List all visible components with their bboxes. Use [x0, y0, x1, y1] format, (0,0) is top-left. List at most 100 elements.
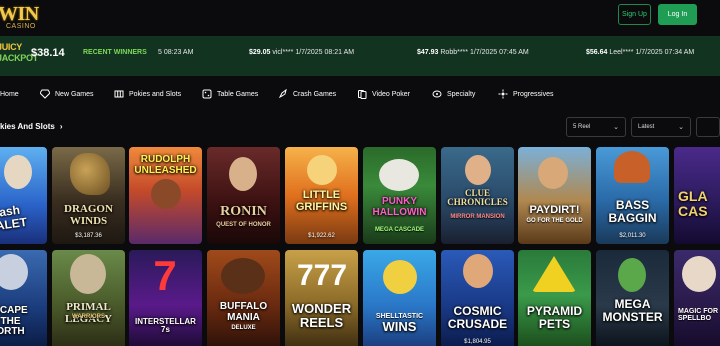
game-tile[interactable]: 777 WONDER REELS — [285, 250, 358, 346]
win-amount: $56.64 — [586, 49, 608, 56]
game-tile[interactable]: LITTLE GRIFFINS $1,922.62 — [285, 147, 358, 244]
slot-icon — [114, 90, 124, 98]
game-subtitle: MIRROR MANSION — [450, 214, 505, 220]
winners-ticker: JUICY JACKPOT $38.14 RECENT WINNERS 5 08… — [0, 36, 720, 76]
game-title: CLUE CHRONICLES — [447, 188, 508, 208]
game-subtitle: MEGA CASCADE — [374, 227, 425, 233]
sort-value: Latest — [638, 124, 655, 130]
progressive-icon — [498, 89, 508, 99]
game-character — [383, 260, 417, 294]
game-jackpot: $1,922.62 — [308, 233, 335, 239]
nav-item-label: Specialty — [447, 90, 476, 98]
chevron-right-icon: › — [59, 122, 63, 131]
game-tile[interactable]: COSMIC CRUSADE $1,804.95 — [441, 250, 514, 346]
game-tile[interactable]: DRAGON WINDS $3,187.36 — [52, 147, 125, 244]
game-tile[interactable]: PUNKY HALLOWIN MEGA CASCADE — [363, 147, 436, 244]
win-amount: $29.05 — [249, 49, 271, 56]
nav-item-new-games[interactable]: New Games — [40, 88, 94, 100]
nav-item-progressives[interactable]: Progressives — [498, 88, 553, 100]
game-tile[interactable]: BUFFALO MANIA DELUXE — [207, 250, 280, 346]
game-tile[interactable]: 7 INTERSTELLAR 7s — [129, 250, 202, 346]
section-title-text: kies And Slots — [0, 122, 55, 131]
game-title: ash ALET — [0, 202, 28, 233]
win-details: Robb**** 1/7/2025 07:45 AM — [440, 49, 529, 56]
game-tile[interactable]: PRIMAL LEGACY WARRIORS — [52, 250, 125, 346]
game-tile[interactable]: MAGIC FOR SPELLBO — [674, 250, 720, 346]
game-character — [465, 155, 491, 185]
game-tile[interactable]: SCAPE THE ORTH — [0, 250, 47, 346]
site-logo[interactable]: WIN CASINO — [0, 3, 48, 31]
nav-item-pokies-and-slots[interactable]: Pokies and Slots — [114, 88, 181, 100]
win-details: vicl**** 1/7/2025 08:21 AM — [272, 49, 355, 56]
game-tile[interactable]: BASS BAGGIN $2,011.30 — [596, 147, 669, 244]
game-tile[interactable]: ash ALET — [0, 147, 47, 244]
game-title: RONIN — [220, 204, 267, 219]
nav-item-label: Home — [0, 90, 19, 98]
nav-item-home[interactable]: Home — [0, 88, 19, 100]
sort-select[interactable]: Latest ⌄ — [631, 117, 691, 137]
game-character — [618, 258, 646, 292]
game-subtitle: MAGIC FOR SPELLBO — [678, 308, 719, 322]
jackpot-amount: $38.14 — [31, 47, 65, 59]
login-button[interactable]: Log In — [658, 4, 697, 25]
specialty-icon — [432, 90, 442, 98]
cards-icon — [358, 90, 367, 99]
game-title: PYRAMID PETS — [526, 304, 583, 331]
jackpot-logo: JUICY JACKPOT — [0, 40, 38, 70]
win-entry: 5 08:23 AM — [158, 49, 193, 56]
header: WIN CASINO Sign Up Log In — [0, 0, 720, 36]
game-tile[interactable]: PAYDIRT! GO FOR THE GOLD — [518, 147, 591, 244]
game-title: RUDOLPH UNLEASHED — [134, 154, 197, 176]
game-title: SCAPE THE ORTH — [0, 305, 28, 337]
nav-item-specialty[interactable]: Specialty — [432, 88, 475, 100]
jackpot-logo-line1: JUICY — [0, 42, 23, 52]
nav-item-video-poker[interactable]: Video Poker — [357, 88, 410, 100]
game-jackpot: $1,804.95 — [464, 339, 491, 345]
nav-item-crash-games[interactable]: Crash Games — [278, 88, 336, 100]
reel-filter-value: 5 Reel — [573, 124, 591, 130]
game-character — [532, 256, 576, 292]
view-toggle-button[interactable] — [696, 117, 720, 137]
nav-item-label: New Games — [55, 90, 94, 98]
win-details: 5 08:23 AM — [158, 49, 194, 56]
game-title: COSMIC CRUSADE — [447, 304, 508, 331]
game-tile[interactable]: GLA CAS — [674, 147, 720, 244]
game-character — [4, 155, 32, 189]
game-tile[interactable]: CLUE CHRONICLES MIRROR MANSION — [441, 147, 514, 244]
game-tile[interactable]: MEGA MONSTER — [596, 250, 669, 346]
game-title: PUNKY HALLOWIN — [372, 196, 427, 218]
game-tile[interactable]: RONIN QUEST OF HONOR — [207, 147, 280, 244]
game-subtitle: DELUXE — [231, 325, 256, 331]
game-character — [538, 157, 568, 189]
game-character — [70, 153, 110, 195]
section-title[interactable]: kies And Slots › — [0, 122, 63, 131]
game-tile[interactable]: SHELLTASTIC WINS — [363, 250, 436, 346]
game-title: WONDER REELS — [291, 301, 352, 330]
nav-item-label: Crash Games — [293, 90, 337, 98]
game-title: PAYDIRT! — [529, 204, 580, 216]
game-character — [307, 155, 337, 185]
dice-icon — [202, 89, 212, 99]
game-character — [221, 258, 265, 294]
game-title: GLA CAS — [678, 188, 708, 219]
nav-item-table-games[interactable]: Table Games — [202, 88, 258, 100]
game-subtitle: QUEST OF HONOR — [216, 222, 271, 228]
logo-subtext: CASINO — [6, 23, 36, 30]
game-character — [0, 254, 28, 290]
nav-item-label: Progressives — [513, 90, 554, 98]
reel-filter-select[interactable]: 5 Reel ⌄ — [566, 117, 626, 137]
game-tile[interactable]: PYRAMID PETS — [518, 250, 591, 346]
signup-button[interactable]: Sign Up — [618, 4, 651, 25]
game-tile[interactable]: RUDOLPH UNLEASHED — [129, 147, 202, 244]
game-character — [229, 157, 257, 191]
game-title: BASS BAGGIN — [608, 198, 657, 225]
game-character — [151, 179, 181, 209]
nav-item-label: Pokies and Slots — [129, 90, 182, 98]
win-amount: $47.93 — [417, 49, 439, 56]
game-title: MEGA MONSTER — [602, 297, 663, 324]
game-character: 7 — [153, 252, 177, 299]
game-jackpot: $2,011.30 — [619, 233, 646, 239]
nav-item-label: Table Games — [217, 90, 259, 98]
game-character — [614, 151, 650, 183]
game-title: WINS — [382, 319, 417, 334]
